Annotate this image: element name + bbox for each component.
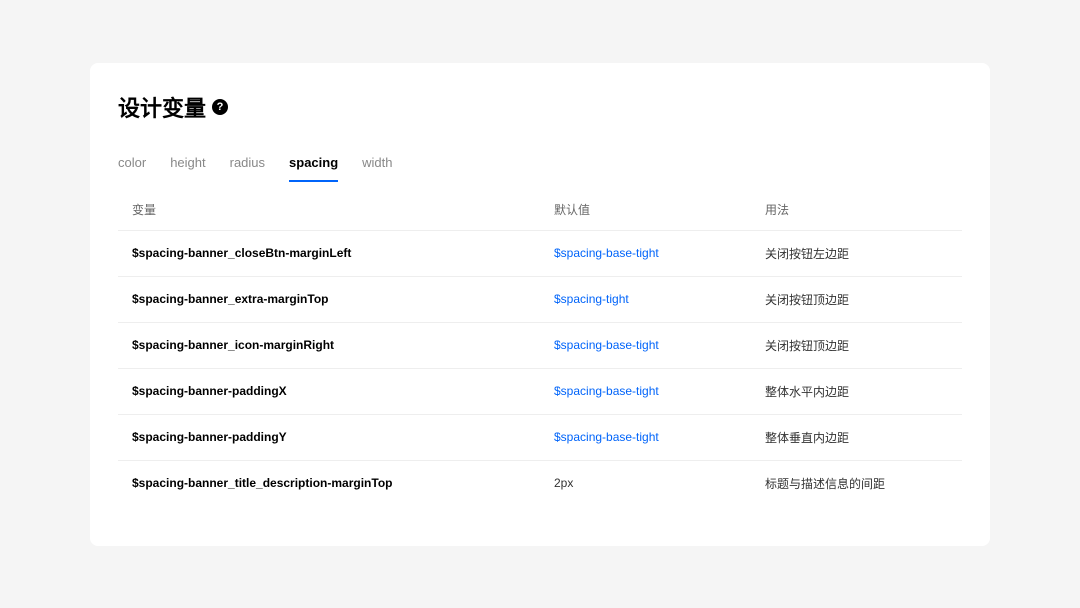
default-value[interactable]: $spacing-base-tight [540,414,751,460]
tab-height[interactable]: height [170,147,205,182]
table-row: $spacing-banner-paddingY$spacing-base-ti… [118,414,962,460]
title-row: 设计变量 ? [118,91,962,123]
default-value: 2px [540,460,751,506]
usage: 关闭按钮顶边距 [751,322,962,368]
usage: 关闭按钮左边距 [751,230,962,276]
tab-width[interactable]: width [362,147,392,182]
usage: 整体垂直内边距 [751,414,962,460]
default-value[interactable]: $spacing-tight [540,276,751,322]
tab-radius[interactable]: radius [230,147,265,182]
tab-spacing[interactable]: spacing [289,147,338,182]
table-row: $spacing-banner_title_description-margin… [118,460,962,506]
default-value[interactable]: $spacing-base-tight [540,230,751,276]
variables-table: 变量 默认值 用法 $spacing-banner_closeBtn-margi… [118,189,962,506]
tabs: color height radius spacing width [118,147,962,183]
variable-name: $spacing-banner_icon-marginRight [118,322,540,368]
table-row: $spacing-banner_icon-marginRight$spacing… [118,322,962,368]
tab-color[interactable]: color [118,147,146,182]
default-value[interactable]: $spacing-base-tight [540,322,751,368]
table-row: $spacing-banner_closeBtn-marginLeft$spac… [118,230,962,276]
help-icon[interactable]: ? [212,99,228,115]
page-title: 设计变量 [118,91,206,123]
col-header-default-value: 默认值 [540,189,751,231]
content-card: 设计变量 ? color height radius spacing width 变量 … [90,63,990,546]
variable-name: $spacing-banner_title_description-margin… [118,460,540,506]
variable-name: $spacing-banner_closeBtn-marginLeft [118,230,540,276]
col-header-usage: 用法 [751,189,962,231]
usage: 标题与描述信息的间距 [751,460,962,506]
table-header-row: 变量 默认值 用法 [118,189,962,231]
col-header-variable: 变量 [118,189,540,231]
table-row: $spacing-banner-paddingX$spacing-base-ti… [118,368,962,414]
variable-name: $spacing-banner-paddingX [118,368,540,414]
usage: 关闭按钮顶边距 [751,276,962,322]
table-row: $spacing-banner_extra-marginTop$spacing-… [118,276,962,322]
variable-name: $spacing-banner-paddingY [118,414,540,460]
usage: 整体水平内边距 [751,368,962,414]
variable-name: $spacing-banner_extra-marginTop [118,276,540,322]
default-value[interactable]: $spacing-base-tight [540,368,751,414]
